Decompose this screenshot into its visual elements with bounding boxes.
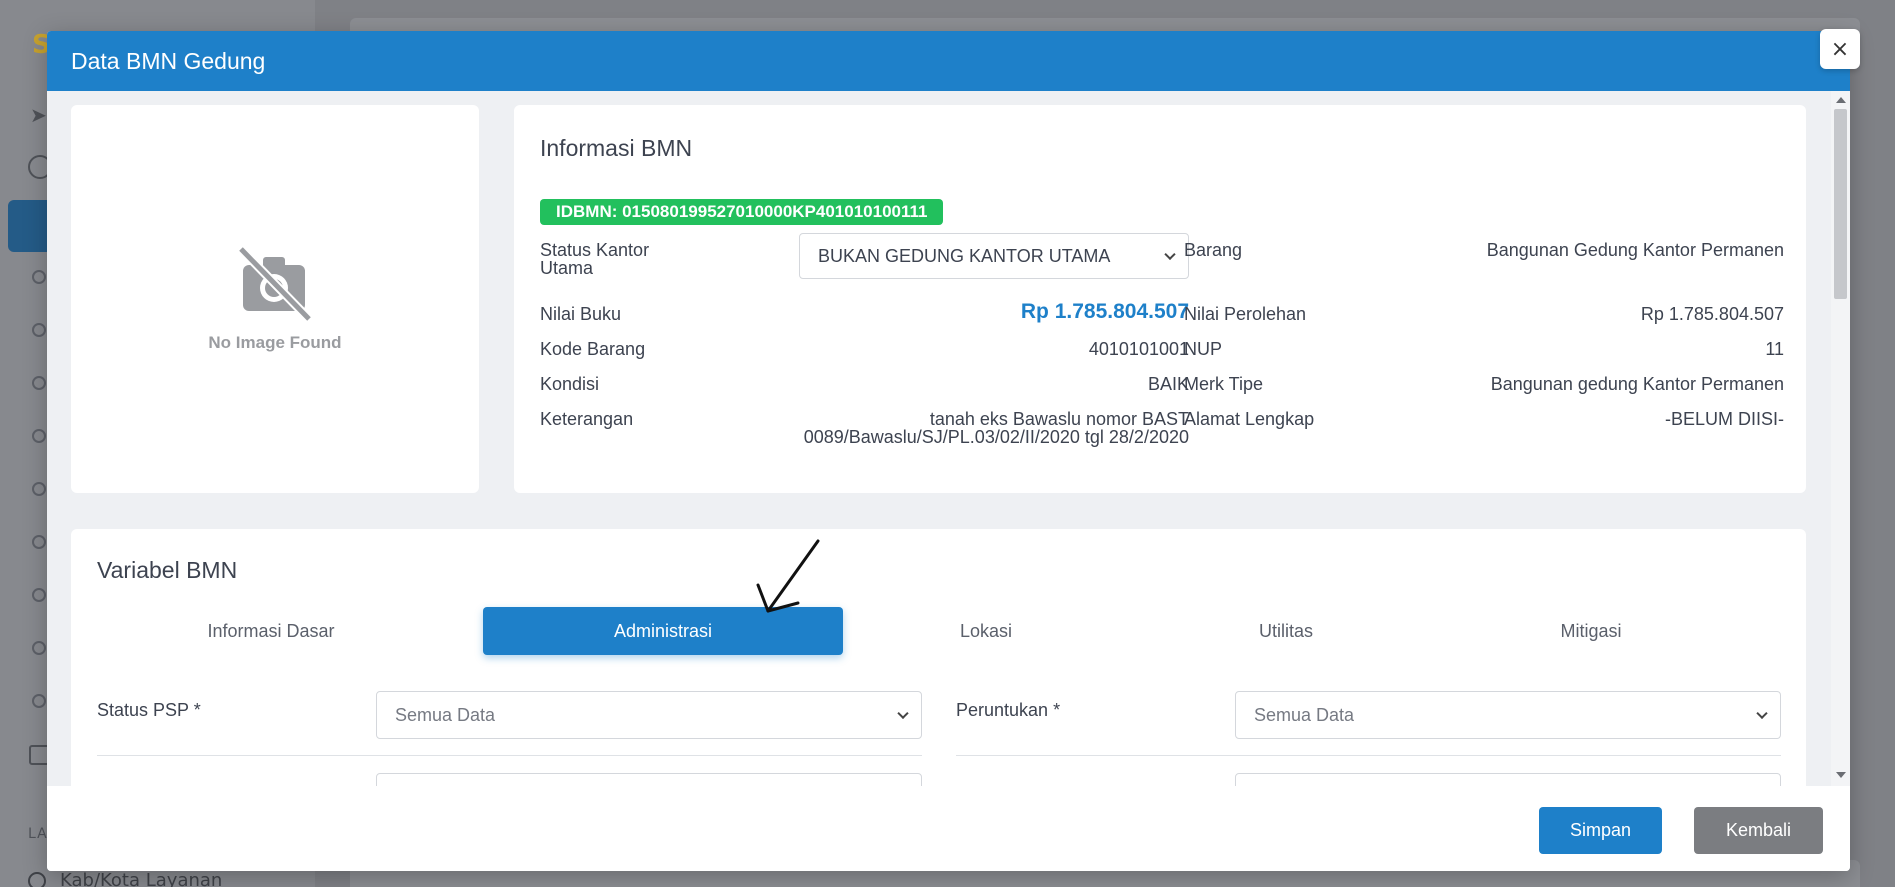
alamat-lengkap-label: Alamat Lengkap bbox=[1184, 409, 1315, 429]
nilai-buku-value: Rp 1.785.804.507 bbox=[1020, 300, 1189, 323]
nup-value: 11 bbox=[1765, 339, 1784, 359]
status-psp-label: Status PSP * bbox=[97, 700, 201, 720]
sidebar-bullet-icon bbox=[32, 270, 46, 284]
sidebar-bullet-icon bbox=[32, 482, 46, 496]
annotation-arrow-icon bbox=[756, 539, 820, 613]
status-psp-value: Semua Data bbox=[395, 704, 496, 725]
keterangan-label: Keterangan bbox=[540, 409, 634, 429]
sidebar-bullet-icon bbox=[32, 641, 46, 655]
status-kantor-label: Status Kantor Utama bbox=[540, 240, 650, 278]
scroll-up-icon[interactable] bbox=[1836, 97, 1846, 103]
sidebar-link-kab-kota: Kab/Kota Layanan bbox=[28, 870, 222, 887]
kode-barang-value: 4010101001 bbox=[1088, 339, 1189, 359]
scroll-down-icon[interactable] bbox=[1836, 772, 1846, 778]
field-divider bbox=[956, 755, 1781, 756]
barang-value: Bangunan Gedung Kantor Permanen bbox=[1486, 240, 1784, 260]
no-image-text: No Image Found bbox=[208, 333, 342, 352]
alamat-lengkap-value: -BELUM DIISI- bbox=[1664, 409, 1784, 429]
next-field-select[interactable] bbox=[1235, 773, 1781, 786]
nilai-perolehan-label: Nilai Perolehan bbox=[1184, 304, 1307, 324]
sidebar-bullet-icon bbox=[32, 588, 46, 602]
variabel-bmn-card: Variabel BMN Informasi Dasar Administras… bbox=[71, 529, 1806, 786]
peruntukan-label: Peruntukan * bbox=[956, 700, 1061, 720]
idbmn-badge: IDBMN: 015080199527010000KP401010100111 bbox=[540, 199, 944, 225]
nup-label: NUP bbox=[1184, 339, 1223, 359]
kode-barang-label: Kode Barang bbox=[540, 339, 646, 359]
no-image-camera-icon bbox=[237, 245, 313, 323]
save-button[interactable]: Simpan bbox=[1539, 807, 1662, 854]
modal-scrollbar[interactable] bbox=[1831, 91, 1850, 786]
variabel-bmn-title: Variabel BMN bbox=[97, 557, 238, 583]
nilai-perolehan-value: Rp 1.785.804.507 bbox=[1640, 304, 1784, 324]
modal-footer: Simpan Kembali bbox=[47, 786, 1850, 871]
location-pin-icon bbox=[28, 872, 46, 887]
scroll-thumb[interactable] bbox=[1834, 109, 1847, 299]
next-field-select[interactable] bbox=[376, 773, 922, 786]
navigation-arrow-icon: ➤ bbox=[30, 103, 47, 127]
sidebar-bullet-icon bbox=[32, 694, 46, 708]
tab-utilitas[interactable]: Utilitas bbox=[1201, 607, 1371, 655]
chevron-down-icon bbox=[897, 707, 909, 720]
tab-informasi-dasar[interactable]: Informasi Dasar bbox=[101, 607, 441, 655]
chevron-down-icon bbox=[1164, 248, 1176, 261]
tab-mitigasi[interactable]: Mitigasi bbox=[1491, 607, 1691, 655]
field-divider bbox=[97, 755, 922, 756]
peruntukan-select[interactable]: Semua Data bbox=[1235, 691, 1781, 739]
close-button[interactable]: × bbox=[1820, 29, 1860, 69]
keterangan-value: tanah eks Bawaslu nomor BAST 0089/Bawasl… bbox=[803, 409, 1189, 447]
merk-tipe-value: Bangunan gedung Kantor Permanen bbox=[1490, 374, 1784, 394]
nilai-buku-label: Nilai Buku bbox=[540, 304, 622, 324]
barang-label: Barang bbox=[1184, 240, 1243, 260]
sidebar-bullet-icon bbox=[32, 323, 46, 337]
chevron-down-icon bbox=[1756, 707, 1768, 720]
merk-tipe-label: Merk Tipe bbox=[1184, 374, 1264, 394]
image-card: No Image Found bbox=[71, 105, 479, 493]
modal-title: Data BMN Gedung bbox=[71, 47, 266, 74]
peruntukan-value: Semua Data bbox=[1254, 704, 1355, 725]
tab-lokasi[interactable]: Lokasi bbox=[901, 607, 1071, 655]
sidebar-bullet-icon bbox=[32, 376, 46, 390]
sidebar-section-label: LA bbox=[28, 826, 48, 842]
kondisi-value: BAIK bbox=[1147, 374, 1189, 394]
sidebar-bullet-icon bbox=[32, 535, 46, 549]
back-button[interactable]: Kembali bbox=[1694, 807, 1823, 854]
data-bmn-gedung-modal: Data BMN Gedung No Image Found Informasi… bbox=[47, 31, 1850, 871]
informasi-bmn-card: Informasi BMN IDBMN: 015080199527010000K… bbox=[514, 105, 1806, 493]
status-kantor-select[interactable]: BUKAN GEDUNG KANTOR UTAMA bbox=[799, 233, 1189, 279]
status-kantor-value: BUKAN GEDUNG KANTOR UTAMA bbox=[818, 245, 1111, 266]
modal-body: No Image Found Informasi BMN IDBMN: 0150… bbox=[47, 91, 1850, 786]
sidebar-bullet-icon bbox=[32, 429, 46, 443]
informasi-bmn-title: Informasi BMN bbox=[540, 135, 693, 161]
status-psp-select[interactable]: Semua Data bbox=[376, 691, 922, 739]
sidebar-link-label: Kab/Kota Layanan bbox=[60, 870, 223, 887]
modal-header: Data BMN Gedung bbox=[47, 31, 1850, 91]
kondisi-label: Kondisi bbox=[540, 374, 600, 394]
